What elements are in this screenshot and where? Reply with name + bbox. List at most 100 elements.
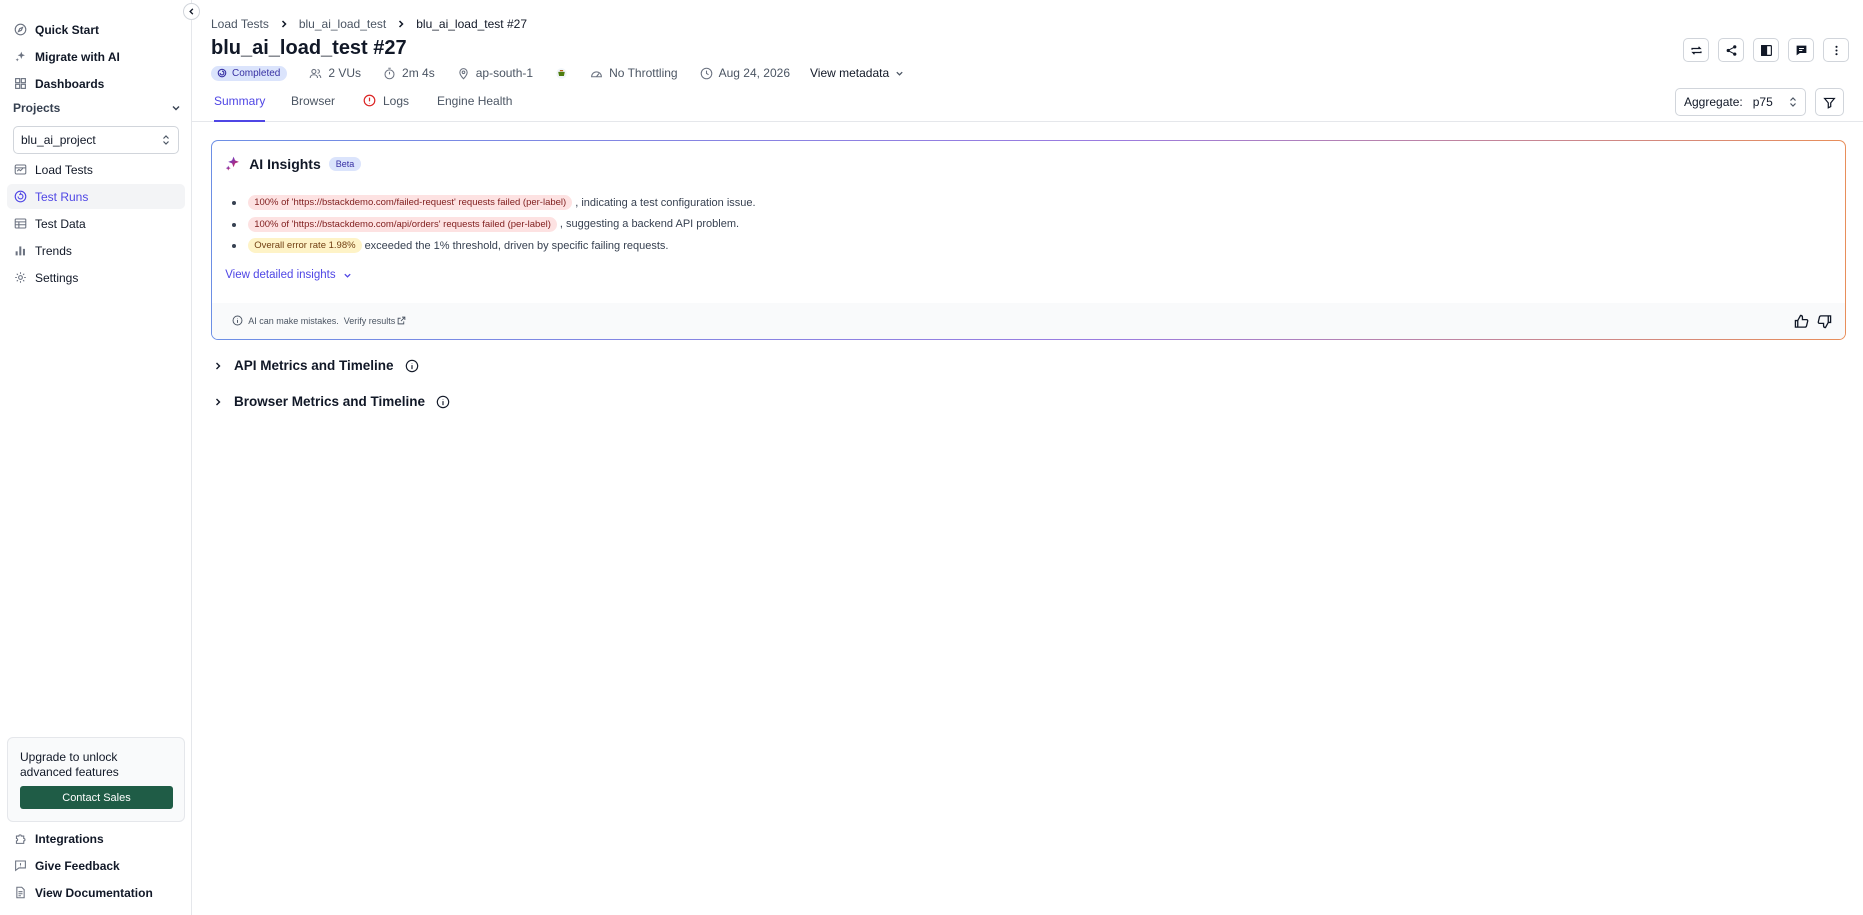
sidebar-item-integrations[interactable]: Integrations xyxy=(7,826,185,851)
clock-icon xyxy=(700,67,712,79)
api-metrics-section-toggle[interactable]: API Metrics and Timeline xyxy=(213,358,419,373)
contact-sales-button[interactable]: Contact Sales xyxy=(20,786,173,809)
alert-icon xyxy=(363,94,376,107)
tab-label: Browser xyxy=(291,94,336,108)
completed-icon xyxy=(217,68,227,78)
sidebar-item-test-data[interactable]: Test Data xyxy=(7,211,185,236)
sidebar: Quick Start Migrate with AI Dashboards P… xyxy=(0,0,192,915)
sidebar-collapse-button[interactable] xyxy=(183,3,200,20)
insight-list: 100% of 'https://bstackdemo.com/failed-r… xyxy=(232,192,756,257)
comment-icon xyxy=(1796,45,1806,55)
sidebar-item-label: Test Data xyxy=(35,216,86,231)
feedback-icon xyxy=(15,860,26,872)
external-link-icon xyxy=(397,316,406,325)
view-metadata-button[interactable]: View metadata xyxy=(810,66,904,80)
thumbs-down-icon[interactable] xyxy=(1817,314,1832,329)
run-metadata-row: Completed 2 VUs 2m 4s ap-south-1 No Thro… xyxy=(211,65,904,81)
users-icon xyxy=(310,68,322,78)
compass-icon xyxy=(14,23,27,36)
speed-gauge-icon xyxy=(591,70,603,77)
sidebar-item-test-runs[interactable]: Test Runs xyxy=(7,184,185,209)
vus-meta: 2 VUs xyxy=(309,66,361,80)
tab-label: Logs xyxy=(383,94,410,108)
beta-badge: Beta xyxy=(328,156,362,171)
breadcrumb-load-tests[interactable]: Load Tests xyxy=(211,17,269,31)
date-text: Aug 24, 2026 xyxy=(718,66,790,80)
location-pin-icon xyxy=(459,67,468,80)
verify-label: Verify results xyxy=(343,315,396,326)
verify-results-link[interactable]: Verify results xyxy=(344,316,407,326)
breadcrumb-test[interactable]: blu_ai_load_test xyxy=(299,17,386,31)
more-vertical-icon xyxy=(1834,45,1838,55)
insight-pill: 100% of 'https://bstackdemo.com/api/orde… xyxy=(248,216,557,232)
sidebar-item-quick-start[interactable]: Quick Start xyxy=(7,17,185,42)
aggregate-select[interactable]: Aggregate: p75 xyxy=(1675,88,1806,116)
browser-metrics-section-toggle[interactable]: Browser Metrics and Timeline xyxy=(213,394,450,409)
document-icon xyxy=(16,886,25,899)
sidebar-item-label: Trends xyxy=(35,243,72,258)
sidebar-item-migrate-with-ai[interactable]: Migrate with AI xyxy=(7,44,185,69)
rerun-button[interactable] xyxy=(1683,38,1709,62)
compare-button[interactable] xyxy=(1753,38,1779,62)
stopwatch-icon xyxy=(384,67,395,79)
grid-icon xyxy=(15,78,26,89)
chevron-left-icon xyxy=(189,8,194,15)
sidebar-item-label: Settings xyxy=(35,270,79,285)
sidebar-item-label: Test Runs xyxy=(35,189,89,204)
sidebar-item-settings[interactable]: Settings xyxy=(7,265,185,290)
ai-disclaimer: AI can make mistakes. Verify results xyxy=(232,315,406,326)
gear-icon xyxy=(15,272,26,283)
sparkle-icon xyxy=(15,51,25,62)
region-meta: ap-south-1 xyxy=(457,66,533,80)
insight-pill: 100% of 'https://bstackdemo.com/failed-r… xyxy=(248,195,573,211)
share-button[interactable] xyxy=(1718,38,1744,62)
comment-button[interactable] xyxy=(1788,38,1814,62)
sidebar-item-load-tests[interactable]: Load Tests xyxy=(7,157,185,182)
ai-insights-card: AI Insights Beta 100% of 'https://bstack… xyxy=(211,140,1846,340)
updown-chevron-icon xyxy=(163,135,169,145)
status-text: Completed xyxy=(232,67,281,79)
insight-item: 100% of 'https://bstackdemo.com/api/orde… xyxy=(232,214,755,236)
sidebar-item-trends[interactable]: Trends xyxy=(7,238,185,263)
sidebar-item-dashboards[interactable]: Dashboards xyxy=(7,71,185,96)
throttling-meta: No Throttling xyxy=(590,66,678,80)
sidebar-item-label: Quick Start xyxy=(35,22,100,37)
insight-item: Overall error rate 1.98% exceeded the 1%… xyxy=(232,235,755,257)
sidebar-item-label: View Documentation xyxy=(35,885,153,900)
page-title: blu_ai_load_test #27 xyxy=(211,37,407,59)
rerun-icon xyxy=(1690,45,1702,55)
info-icon[interactable] xyxy=(436,395,450,409)
project-select[interactable]: blu_ai_project xyxy=(13,126,179,154)
puzzle-icon xyxy=(15,834,26,844)
view-metadata-label: View metadata xyxy=(810,66,890,80)
bar-chart-icon xyxy=(15,246,25,256)
tab-browser[interactable]: Browser xyxy=(291,92,335,122)
upgrade-text: Upgrade to unlock advanced features xyxy=(20,750,119,779)
filter-button[interactable] xyxy=(1815,88,1844,116)
tab-label: Summary xyxy=(214,94,266,108)
region-text: ap-south-1 xyxy=(475,66,534,80)
info-icon[interactable] xyxy=(405,359,419,373)
thumbs-up-icon[interactable] xyxy=(1794,314,1809,329)
projects-header[interactable]: Projects xyxy=(13,101,181,115)
tab-engine-health[interactable]: Engine Health xyxy=(437,92,512,122)
detail-link-label: View detailed insights xyxy=(225,269,336,282)
sidebar-item-view-documentation[interactable]: View Documentation xyxy=(7,880,185,905)
view-detailed-insights-link[interactable]: View detailed insights xyxy=(225,269,351,281)
chevron-down-icon xyxy=(896,71,903,76)
share-icon xyxy=(1726,44,1736,56)
section-title: Browser Metrics and Timeline xyxy=(234,394,426,409)
tab-summary[interactable]: Summary xyxy=(214,92,265,122)
sidebar-item-label: Load Tests xyxy=(35,162,93,177)
header-actions xyxy=(1683,38,1849,62)
sidebar-item-give-feedback[interactable]: Give Feedback xyxy=(7,853,185,878)
more-options-button[interactable] xyxy=(1823,38,1849,62)
chevron-right-icon xyxy=(216,362,221,369)
table-icon xyxy=(14,218,27,229)
aggregate-value: p75 xyxy=(1752,95,1773,109)
insight-item: 100% of 'https://bstackdemo.com/failed-r… xyxy=(232,192,756,214)
ai-sparkle-icon xyxy=(225,156,240,171)
insight-text: exceeded the 1% threshold, driven by spe… xyxy=(364,239,669,252)
tab-logs[interactable]: Logs xyxy=(363,92,409,122)
vus-text: 2 VUs xyxy=(328,66,362,80)
